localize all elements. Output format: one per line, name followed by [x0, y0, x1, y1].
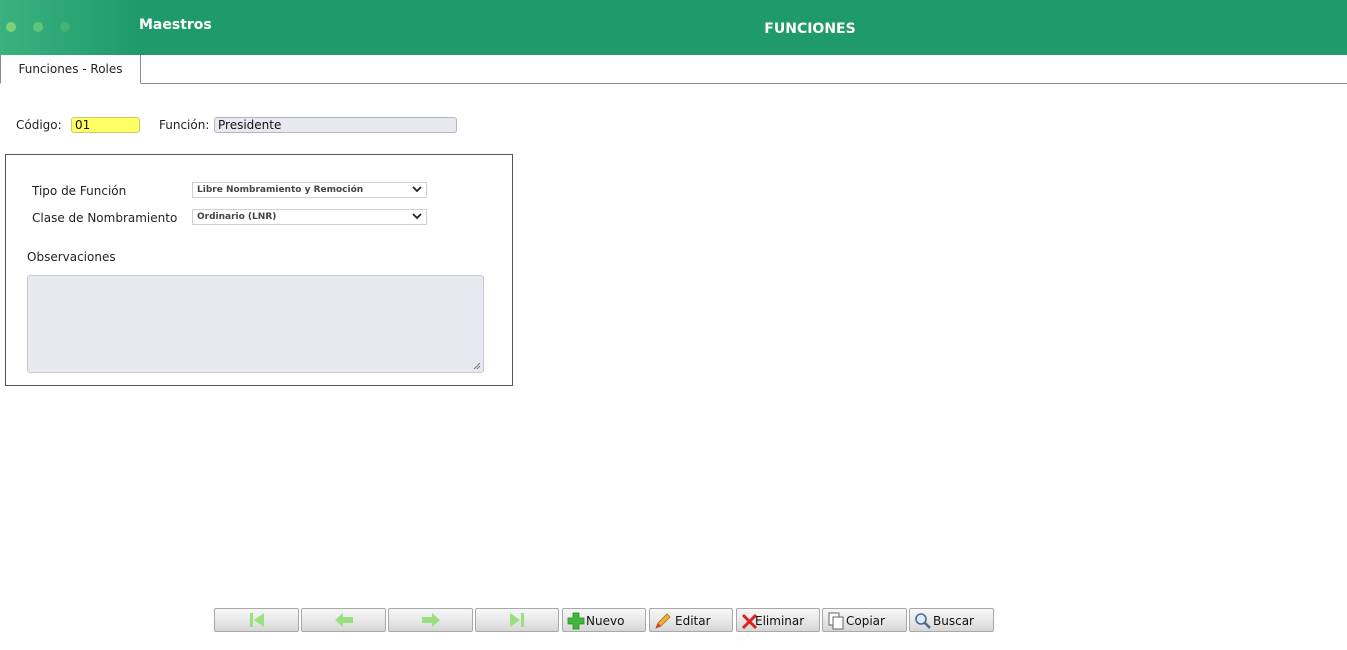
- clase-nombramiento-label: Clase de Nombramiento: [32, 211, 178, 225]
- eliminar-label: Eliminar: [755, 614, 805, 628]
- search-icon: [914, 612, 932, 633]
- function-details-panel: Tipo de Función Libre Nombramiento y Rem…: [5, 154, 513, 386]
- tab-funciones-roles[interactable]: Funciones - Roles: [0, 55, 141, 84]
- clase-nombramiento-select[interactable]: Ordinario (LNR): [192, 209, 427, 225]
- editar-label: Editar: [675, 614, 711, 628]
- codigo-label: Código:: [16, 118, 62, 132]
- eliminar-button[interactable]: Eliminar: [736, 608, 820, 632]
- copy-icon: [827, 612, 845, 633]
- previous-record-button[interactable]: [301, 608, 386, 632]
- tipo-funcion-select[interactable]: Libre Nombramiento y Remoción: [192, 182, 427, 198]
- buscar-label: Buscar: [933, 614, 974, 628]
- funcion-field[interactable]: Presidente: [214, 117, 457, 133]
- codigo-field[interactable]: 01: [71, 117, 140, 133]
- tipo-funcion-label: Tipo de Función: [32, 184, 127, 198]
- chevron-down-icon: [412, 211, 422, 226]
- editar-button[interactable]: Editar: [649, 608, 733, 632]
- copiar-button[interactable]: Copiar: [822, 608, 907, 632]
- page-title: FUNCIONES: [764, 21, 856, 37]
- observaciones-label: Observaciones: [27, 250, 116, 264]
- chevron-down-icon: [412, 184, 422, 199]
- first-record-icon: [215, 612, 298, 631]
- last-record-button[interactable]: [475, 608, 559, 632]
- clase-nombramiento-value: Ordinario (LNR): [197, 212, 277, 222]
- nuevo-label: Nuevo: [586, 614, 625, 628]
- first-record-button[interactable]: [214, 608, 299, 632]
- pencil-icon: [654, 612, 672, 633]
- funcion-label: Función:: [159, 118, 210, 132]
- copiar-label: Copiar: [846, 614, 885, 628]
- tipo-funcion-value: Libre Nombramiento y Remoción: [197, 185, 364, 195]
- plus-icon: [567, 612, 585, 633]
- previous-record-icon: [302, 612, 385, 631]
- next-record-button[interactable]: [388, 608, 473, 632]
- app-header: Maestros FUNCIONES: [0, 0, 1347, 55]
- last-record-icon: [476, 612, 558, 631]
- nuevo-button[interactable]: Nuevo: [562, 608, 646, 632]
- resize-grip-icon[interactable]: [473, 362, 481, 370]
- observaciones-textarea[interactable]: [27, 275, 484, 373]
- buscar-button[interactable]: Buscar: [909, 608, 994, 632]
- next-record-icon: [389, 612, 472, 631]
- tab-bar: Funciones - Roles: [0, 55, 1347, 84]
